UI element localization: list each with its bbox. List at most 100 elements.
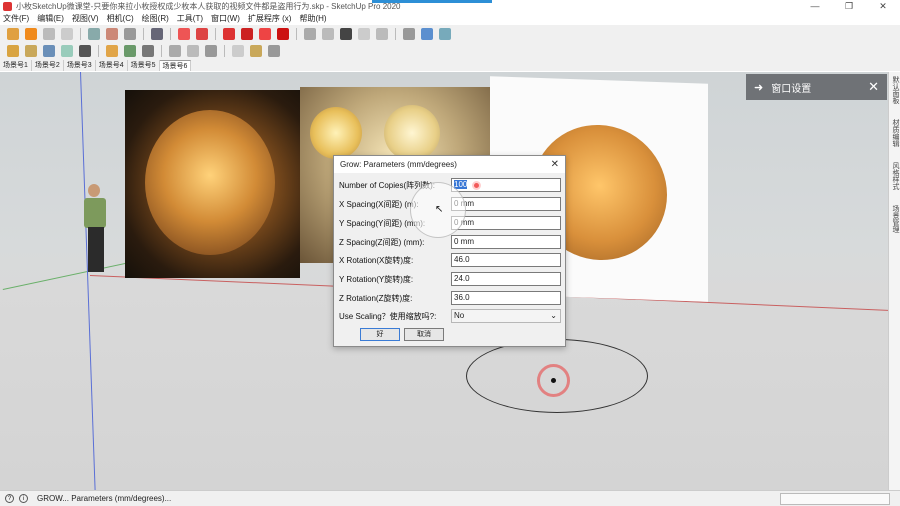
tray-tab-styles[interactable]: 风格样式 <box>890 162 900 199</box>
menu-extensions[interactable]: 扩展程序 (x) <box>245 13 297 25</box>
plant-icon[interactable] <box>124 45 136 57</box>
scene-tabs: 场景号1 场景号2 场景号3 场景号4 场景号5 场景号6 <box>0 60 900 71</box>
step-back-icon[interactable] <box>61 28 73 40</box>
tab-scene-4[interactable]: 场景号4 <box>96 60 128 71</box>
person-figure-legs[interactable] <box>88 227 104 272</box>
folder-red-icon[interactable] <box>259 28 271 40</box>
dialog-title-bar: Grow: Parameters (mm/degrees) ✕ <box>334 156 565 173</box>
tab-scene-2[interactable]: 场景号2 <box>32 60 64 71</box>
reference-photo-left[interactable] <box>125 90 300 278</box>
tab-scene-1[interactable]: 场景号1 <box>0 60 32 71</box>
rattan-lamp-image <box>384 105 440 161</box>
click-indicator-ring <box>537 364 570 397</box>
menu-file[interactable]: 文件(F) <box>0 13 34 25</box>
play-icon[interactable] <box>25 28 37 40</box>
menu-edit[interactable]: 编辑(E) <box>34 13 69 25</box>
toolbar-separator <box>170 28 171 40</box>
blue-axis <box>80 72 96 490</box>
tray-title: 窗口设置 <box>771 83 812 95</box>
z-spacing-input[interactable]: 0 mm <box>451 235 561 249</box>
scale-icon[interactable] <box>403 28 415 40</box>
lock-icon[interactable] <box>151 28 163 40</box>
window-title: 小枚SketchUp微课堂-只要你来拉小枚授权成少枚本人获取的视频文件都是盗用行… <box>16 2 401 11</box>
copy-icon[interactable] <box>43 45 55 57</box>
chevron-down-icon: ⌄ <box>550 311 557 320</box>
rattan-lamp-image <box>145 110 275 255</box>
ok-button[interactable]: 好 <box>360 328 400 341</box>
pan-icon[interactable] <box>106 28 118 40</box>
title-bar: 小枚SketchUp微课堂-只要你来拉小枚授权成少枚本人获取的视频文件都是盗用行… <box>0 0 900 13</box>
target-icon[interactable] <box>277 28 289 40</box>
grid-icon[interactable] <box>142 45 154 57</box>
tab-scene-5[interactable]: 场景号5 <box>128 60 160 71</box>
cancel-button[interactable]: 取消 <box>404 328 444 341</box>
shield-icon[interactable] <box>7 45 19 57</box>
menu-window[interactable]: 窗口(W) <box>208 13 245 25</box>
settings-icon[interactable] <box>439 28 451 40</box>
toolbar-separator <box>80 28 81 40</box>
walk-icon[interactable] <box>124 28 136 40</box>
info-icon[interactable]: ? <box>5 494 14 503</box>
close-window-button[interactable]: ✕ <box>866 0 900 13</box>
tab-scene-6[interactable]: 场景号6 <box>159 60 192 71</box>
gear-red-icon[interactable] <box>178 28 190 40</box>
align-icon[interactable] <box>187 45 199 57</box>
mirror-icon[interactable] <box>79 45 91 57</box>
stop-icon[interactable] <box>43 28 55 40</box>
speaker-icon[interactable] <box>169 45 181 57</box>
page-icon[interactable] <box>304 28 316 40</box>
menu-view[interactable]: 视图(V) <box>69 13 104 25</box>
maximize-button[interactable]: ❐ <box>832 0 866 13</box>
arrow-icon[interactable] <box>61 45 73 57</box>
click-marker-icon <box>472 181 481 190</box>
status-text: GROW... Parameters (mm/degrees)... <box>37 494 172 503</box>
folder-icon[interactable] <box>322 28 334 40</box>
x-rotation-input[interactable]: 46.0 <box>451 253 561 267</box>
close-icon[interactable]: ✕ <box>868 79 879 95</box>
record-icon[interactable] <box>223 28 235 40</box>
component-icon[interactable] <box>106 45 118 57</box>
minus-icon[interactable] <box>358 28 370 40</box>
tray-tab-materials[interactable]: 材质编辑 <box>890 119 900 156</box>
tab-scene-3[interactable]: 场景号3 <box>64 60 96 71</box>
tray-tabs: 默认面板 材质编辑 风格样式 场景管理 <box>888 72 900 490</box>
tray-tab-scenes[interactable]: 场景管理 <box>890 205 900 242</box>
toolbar-separator <box>395 28 396 40</box>
field-row-z-spacing: Z Spacing(Z间距) (mm): 0 mm <box>339 235 561 249</box>
menu-tools[interactable]: 工具(T) <box>174 13 208 25</box>
copies-input[interactable]: 100 <box>451 178 561 192</box>
select-tool-icon[interactable] <box>7 28 19 40</box>
measurements-box[interactable] <box>780 493 890 505</box>
person-figure-torso[interactable] <box>84 198 106 228</box>
rotate-icon[interactable] <box>25 45 37 57</box>
tag-icon[interactable] <box>376 28 388 40</box>
grid-red-icon[interactable] <box>196 28 208 40</box>
toolbar-separator <box>215 28 216 40</box>
z-rotation-input[interactable]: 36.0 <box>451 291 561 305</box>
toolbar-separator <box>296 28 297 40</box>
menu-camera[interactable]: 相机(C) <box>104 13 139 25</box>
toolbar-separator <box>98 45 99 57</box>
x-spacing-input[interactable]: 0 mm <box>451 197 561 211</box>
menu-help[interactable]: 帮助(H) <box>296 13 331 25</box>
person-figure-head[interactable] <box>88 184 100 197</box>
box-icon[interactable] <box>250 45 262 57</box>
y-rotation-input[interactable]: 24.0 <box>451 272 561 286</box>
close-icon[interactable]: ✕ <box>551 159 559 170</box>
arrow-right-icon[interactable]: ➜ <box>754 81 763 94</box>
tray-tab-default[interactable]: 默认面板 <box>890 76 900 113</box>
text-icon[interactable] <box>232 45 244 57</box>
geo-location-icon[interactable]: i <box>19 494 28 503</box>
y-spacing-input[interactable]: 0 mm <box>451 216 561 230</box>
square-icon[interactable] <box>340 28 352 40</box>
minimize-button[interactable]: — <box>798 0 832 13</box>
layers-icon[interactable] <box>421 28 433 40</box>
sketchup-logo-icon <box>3 2 12 11</box>
menu-draw[interactable]: 绘图(R) <box>139 13 174 25</box>
cog-icon[interactable] <box>241 28 253 40</box>
export-icon[interactable] <box>268 45 280 57</box>
distribute-icon[interactable] <box>205 45 217 57</box>
rattan-lamp-image <box>310 107 362 159</box>
scaling-select[interactable]: No ⌄ <box>451 309 561 323</box>
orbit-icon[interactable] <box>88 28 100 40</box>
